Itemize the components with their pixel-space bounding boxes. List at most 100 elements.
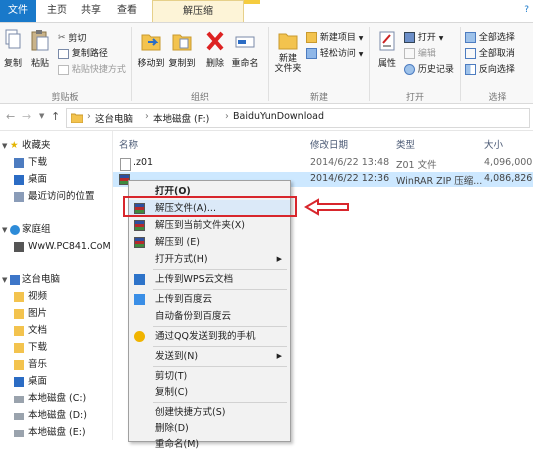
chevron-right-icon: ▶ — [276, 352, 282, 360]
nav-drive-e-label: 本地磁盘 (E:) — [28, 427, 86, 438]
group-divider — [460, 27, 461, 101]
table-row[interactable]: .z01 2014/6/22 13:48 Z01 文件 4,096,000... — [113, 156, 533, 171]
open-button[interactable]: 打开 ▼ — [404, 32, 443, 45]
forward-arrow-icon[interactable]: → — [22, 110, 31, 123]
nav-homegroup-label: 家庭组 — [22, 224, 51, 235]
invert-selection-button[interactable]: 反向选择 — [465, 64, 515, 77]
open-group-label: 打开 — [405, 93, 424, 103]
rename-button[interactable]: 重命名 — [230, 29, 260, 69]
copy-path-button[interactable]: 复制路径 — [58, 48, 108, 61]
menu-item-cut[interactable]: 剪切(T) — [129, 368, 290, 385]
menu-item-send-to[interactable]: 发送到(N) ▶ — [129, 348, 290, 365]
cut-button[interactable]: ✂ 剪切 — [58, 32, 86, 45]
select-none-icon — [465, 48, 476, 59]
menu-item-label: 解压到 (E) — [155, 237, 200, 248]
copy-to-button[interactable]: 复制到 — [167, 29, 197, 69]
downloads-icon — [14, 158, 24, 168]
chevron-down-icon: ▼ — [358, 35, 364, 42]
open-label: 打开 — [417, 33, 436, 43]
nav-pictures-label: 图片 — [28, 308, 48, 319]
breadcrumb-baiduyundownload[interactable]: BaiduYunDownload — [233, 111, 324, 122]
new-folder-button[interactable]: 新建 文件夹 — [272, 29, 304, 74]
menu-item-create-shortcut[interactable]: 创建快捷方式(S) — [129, 404, 290, 421]
menu-item-extract-here[interactable]: 解压到当前文件夹(X) — [129, 217, 290, 234]
documents-folder-icon — [14, 326, 24, 336]
nav-downloads-label: 下载 — [28, 157, 48, 168]
column-header-type[interactable]: 类型 — [396, 137, 415, 151]
file-type: Z01 文件 — [396, 160, 437, 171]
edit-icon — [404, 48, 415, 59]
menu-item-rename[interactable]: 重命名(M) — [129, 436, 290, 453]
paste-shortcut-button[interactable]: 粘贴快捷方式 — [58, 64, 126, 77]
easy-access-label: 轻松访问 — [319, 49, 356, 59]
menu-item-upload-wps[interactable]: 上传到WPS云文档 — [129, 271, 290, 288]
up-arrow-icon[interactable]: ↑ — [51, 110, 60, 123]
computer-icon — [10, 275, 20, 285]
tab-home[interactable]: 主页 — [38, 2, 76, 20]
group-divider — [268, 27, 269, 101]
paste-icon — [31, 30, 49, 51]
help-icon[interactable]: ? — [524, 5, 529, 15]
nav-pc-desktop-label: 桌面 — [28, 376, 48, 387]
move-to-button[interactable]: 移动到 — [136, 29, 166, 69]
breadcrumb-this-pc[interactable]: 这台电脑 — [95, 111, 133, 125]
menu-item-upload-baidu[interactable]: 上传到百度云 — [129, 291, 290, 308]
copy-to-icon — [172, 34, 192, 51]
star-icon: ★ — [10, 140, 19, 151]
new-item-button[interactable]: 新建项目 ▼ — [306, 32, 363, 45]
move-to-icon — [141, 34, 161, 51]
chevron-down-icon: ▼ — [2, 142, 8, 150]
breadcrumb-drive-f[interactable]: 本地磁盘 (F:) — [153, 111, 209, 125]
delete-button[interactable]: 删除 — [203, 29, 227, 69]
menu-item-send-qq[interactable]: 通过QQ发送到我的手机 — [129, 328, 290, 345]
file-size: 4,086,826... — [484, 173, 533, 184]
paste-button[interactable]: 粘贴 — [28, 29, 52, 69]
easy-access-icon — [306, 48, 317, 59]
drive-icon — [14, 430, 24, 437]
delete-label: 删除 — [205, 59, 224, 69]
copy-path-icon — [58, 48, 69, 59]
column-header-date[interactable]: 修改日期 — [310, 137, 348, 151]
menu-item-auto-backup-baidu[interactable]: 自动备份到百度云 — [129, 308, 290, 325]
downloads-folder-icon — [14, 343, 24, 353]
back-arrow-icon[interactable]: ← — [6, 110, 15, 123]
menu-item-label: 剪切(T) — [155, 371, 188, 382]
menu-item-copy[interactable]: 复制(C) — [129, 384, 290, 401]
copy-path-label: 复制路径 — [71, 49, 108, 59]
menu-item-label: 发送到(N) — [155, 351, 199, 362]
tab-view[interactable]: 查看 — [108, 2, 146, 20]
properties-icon — [379, 31, 395, 51]
menu-item-label: 通过QQ发送到我的手机 — [155, 331, 256, 342]
select-all-button[interactable]: 全部选择 — [465, 32, 515, 45]
open-icon — [404, 32, 415, 43]
scissors-icon: ✂ — [58, 33, 66, 43]
qq-icon — [134, 331, 145, 342]
menu-item-label: 解压到当前文件夹(X) — [155, 220, 245, 231]
history-button[interactable]: 历史记录 — [404, 64, 454, 77]
address-path-box[interactable]: › 这台电脑 › 本地磁盘 (F:) › BaiduYunDownload — [66, 108, 530, 128]
tab-share[interactable]: 共享 — [72, 2, 110, 20]
copy-button[interactable]: 复制 — [2, 29, 24, 69]
copy-to-label: 复制到 — [168, 59, 196, 69]
invert-selection-icon — [465, 64, 476, 75]
group-divider — [369, 27, 370, 101]
menu-item-delete[interactable]: 删除(D) — [129, 420, 290, 437]
menu-item-extract-to[interactable]: 解压到 (E) — [129, 234, 290, 251]
tab-file[interactable]: 文件 — [0, 0, 36, 22]
nav-homegroup-user-label: WwW.PC841.CoM — [28, 241, 111, 252]
wps-cloud-icon — [134, 274, 145, 285]
tab-extract[interactable]: 解压缩 — [152, 0, 244, 22]
properties-button[interactable]: 属性 — [373, 29, 401, 69]
file-date: 2014/6/22 13:48 — [310, 157, 390, 168]
chevron-down-icon: ▼ — [2, 226, 8, 234]
menu-item-open-with[interactable]: 打开方式(H) ▶ — [129, 251, 290, 268]
easy-access-button[interactable]: 轻松访问 ▼ — [306, 48, 363, 61]
new-folder-icon — [278, 33, 298, 50]
column-header-size[interactable]: 大小 — [484, 137, 503, 151]
copy-label: 复制 — [3, 59, 22, 69]
column-header-name[interactable]: 名称 — [119, 137, 138, 151]
select-none-button[interactable]: 全部取消 — [465, 48, 515, 61]
menu-item-label: 重命名(M) — [155, 439, 200, 450]
recent-dropdown-icon[interactable]: ▼ — [39, 112, 44, 120]
edit-button[interactable]: 编辑 — [404, 48, 436, 61]
